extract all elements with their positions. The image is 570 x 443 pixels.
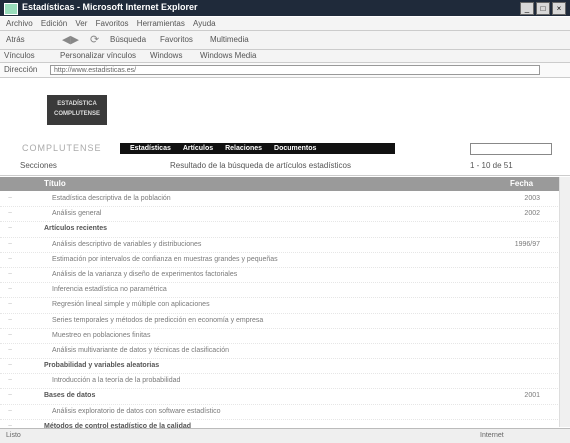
row-title[interactable]: Regresión lineal simple y múltiple con a… bbox=[52, 298, 210, 312]
status-bar: Listo Internet bbox=[0, 428, 570, 443]
row-date: 2002 bbox=[524, 210, 540, 218]
row-bullet-icon: ~ bbox=[8, 240, 13, 248]
search-button[interactable]: Búsqueda bbox=[110, 35, 146, 44]
status-text: Listo bbox=[6, 432, 21, 439]
browser-icon bbox=[4, 3, 18, 15]
menu-herramientas[interactable]: Herramientas bbox=[137, 19, 185, 28]
row-bullet-icon: ~ bbox=[8, 210, 13, 218]
results-subbar: Secciones Resultado de la búsqueda de ar… bbox=[0, 157, 570, 176]
back-button[interactable]: Atrás bbox=[6, 35, 25, 44]
title-bar: Estadísticas - Microsoft Internet Explor… bbox=[0, 0, 570, 16]
status-zone: Internet bbox=[480, 432, 504, 439]
address-label: Dirección bbox=[4, 65, 38, 74]
row-bullet-icon: ~ bbox=[8, 331, 13, 339]
results-table: ~ Estadística descriptiva de la población… bbox=[0, 192, 570, 435]
table-row[interactable]: ~ Análisis exploratorio de datos con soft… bbox=[0, 405, 570, 420]
site-logo[interactable]: ESTADÍSTICA COMPLUTENSE bbox=[47, 95, 107, 125]
row-date: 2003 bbox=[524, 195, 540, 202]
refresh-icon[interactable]: ⟳ bbox=[90, 33, 99, 46]
table-row[interactable]: ~ Análisis de la varianza y diseño de exp… bbox=[0, 268, 570, 284]
row-title[interactable]: Análisis general bbox=[52, 207, 101, 221]
nav-item-estadisticas[interactable]: Estadísticas bbox=[130, 145, 171, 152]
table-row[interactable]: ~ Muestreo en poblaciones finitas bbox=[0, 329, 570, 344]
menu-edicion[interactable]: Edición bbox=[41, 19, 67, 28]
sections-label[interactable]: Secciones bbox=[20, 161, 57, 170]
menu-archivo[interactable]: Archivo bbox=[6, 19, 33, 28]
media-button[interactable]: Multimedia bbox=[210, 35, 249, 44]
window-controls: _ □ × bbox=[520, 2, 566, 15]
link-windows[interactable]: Windows bbox=[150, 51, 182, 60]
row-bullet-icon: ~ bbox=[8, 286, 13, 294]
row-title[interactable]: Series temporales y métodos de predicció… bbox=[52, 314, 263, 328]
table-row[interactable]: ~ Análisis multivariante de datos y técni… bbox=[0, 344, 570, 360]
row-title[interactable]: Artículos recientes bbox=[44, 222, 107, 236]
menu-ver[interactable]: Ver bbox=[75, 19, 87, 28]
nav-item-articulos[interactable]: Artículos bbox=[183, 145, 213, 152]
row-title[interactable]: Probabilidad y variables aleatorias bbox=[44, 359, 159, 373]
row-bullet-icon: ~ bbox=[8, 316, 13, 324]
row-title[interactable]: Introducción a la teoría de la probabili… bbox=[52, 374, 180, 388]
results-pager[interactable]: 1 - 10 de 51 bbox=[470, 161, 513, 170]
window-title: Estadísticas - Microsoft Internet Explor… bbox=[22, 2, 198, 12]
row-title[interactable]: Análisis exploratorio de datos con softw… bbox=[52, 405, 220, 419]
main-nav: Estadísticas Artículos Relaciones Docume… bbox=[120, 143, 395, 154]
table-row[interactable]: ~ Regresión lineal simple y múltiple con … bbox=[0, 298, 570, 314]
results-title: Resultado de la búsqueda de artículos es… bbox=[170, 161, 352, 170]
logo-line1: ESTADÍSTICA bbox=[57, 101, 97, 107]
column-title[interactable]: Título bbox=[44, 177, 66, 191]
menu-bar: Archivo Edición Ver Favoritos Herramient… bbox=[0, 17, 570, 31]
nav-item-documentos[interactable]: Documentos bbox=[274, 145, 316, 152]
menu-ayuda[interactable]: Ayuda bbox=[193, 19, 216, 28]
table-row[interactable]: ~ Probabilidad y variables aleatorias bbox=[0, 359, 570, 375]
row-bullet-icon: ~ bbox=[8, 407, 13, 415]
site-search-input[interactable] bbox=[470, 143, 552, 155]
logo-line2: COMPLUTENSE bbox=[53, 111, 100, 117]
table-row[interactable]: ~ Series temporales y métodos de predicci… bbox=[0, 314, 570, 329]
menu-favoritos[interactable]: Favoritos bbox=[96, 19, 129, 28]
row-title[interactable]: Análisis multivariante de datos y técnic… bbox=[52, 344, 229, 358]
row-title[interactable]: Muestreo en poblaciones finitas bbox=[52, 329, 150, 343]
table-row[interactable]: ~ Estimación por intervalos de confianza … bbox=[0, 253, 570, 268]
toolbar: Atrás ◀▶ ⟳ Búsqueda Favoritos Multimedia bbox=[0, 31, 570, 50]
table-row[interactable]: ~ Inferencia estadística no paramétrica bbox=[0, 283, 570, 299]
row-title[interactable]: Estadística descriptiva de la población bbox=[52, 192, 171, 206]
address-input[interactable]: http://www.estadisticas.es/ bbox=[50, 65, 540, 75]
links-bar: Vínculos Personalizar vínculos Windows W… bbox=[0, 50, 570, 63]
column-date[interactable]: Fecha bbox=[510, 177, 533, 191]
table-row[interactable]: ~ Artículos recientes bbox=[0, 222, 570, 238]
row-date: 2001 bbox=[524, 392, 540, 400]
row-title[interactable]: Análisis de la varianza y diseño de expe… bbox=[52, 268, 237, 282]
table-row[interactable]: ~ Introducción a la teoría de la probabil… bbox=[0, 374, 570, 390]
row-title[interactable]: Bases de datos bbox=[44, 389, 95, 403]
table-row[interactable]: ~ Estadística descriptiva de la población… bbox=[0, 192, 570, 208]
row-bullet-icon: ~ bbox=[8, 346, 13, 354]
row-bullet-icon: ~ bbox=[8, 377, 13, 385]
table-row[interactable]: ~ Bases de datos 2001 bbox=[0, 389, 570, 405]
links-label: Vínculos bbox=[4, 51, 35, 60]
nav-brand: COMPLUTENSE bbox=[22, 143, 102, 153]
row-bullet-icon: ~ bbox=[8, 270, 13, 278]
minimize-button[interactable]: _ bbox=[520, 2, 534, 15]
row-bullet-icon: ~ bbox=[8, 225, 13, 233]
nav-item-relaciones[interactable]: Relaciones bbox=[225, 145, 262, 152]
close-button[interactable]: × bbox=[552, 2, 566, 15]
link-windows-media[interactable]: Windows Media bbox=[200, 51, 256, 60]
row-date: 1996/97 bbox=[514, 240, 540, 248]
row-bullet-icon: ~ bbox=[8, 301, 13, 309]
row-title[interactable]: Inferencia estadística no paramétrica bbox=[52, 283, 167, 297]
row-title[interactable]: Análisis descriptivo de variables y dist… bbox=[52, 238, 201, 252]
forward-icon[interactable]: ◀▶ bbox=[62, 33, 79, 46]
link-personalizar[interactable]: Personalizar vínculos bbox=[60, 51, 136, 60]
table-row[interactable]: ~ Análisis descriptivo de variables y dis… bbox=[0, 238, 570, 253]
row-bullet-icon: ~ bbox=[8, 362, 13, 370]
maximize-button[interactable]: □ bbox=[536, 2, 550, 15]
row-bullet-icon: ~ bbox=[8, 392, 13, 400]
favorites-button[interactable]: Favoritos bbox=[160, 35, 193, 44]
table-header: Título Fecha bbox=[0, 177, 570, 191]
row-bullet-icon: ~ bbox=[8, 195, 13, 202]
row-bullet-icon: ~ bbox=[8, 255, 13, 263]
row-title[interactable]: Estimación por intervalos de confianza e… bbox=[52, 253, 278, 267]
scrollbar[interactable] bbox=[559, 177, 570, 427]
table-row[interactable]: ~ Análisis general 2002 bbox=[0, 207, 570, 223]
